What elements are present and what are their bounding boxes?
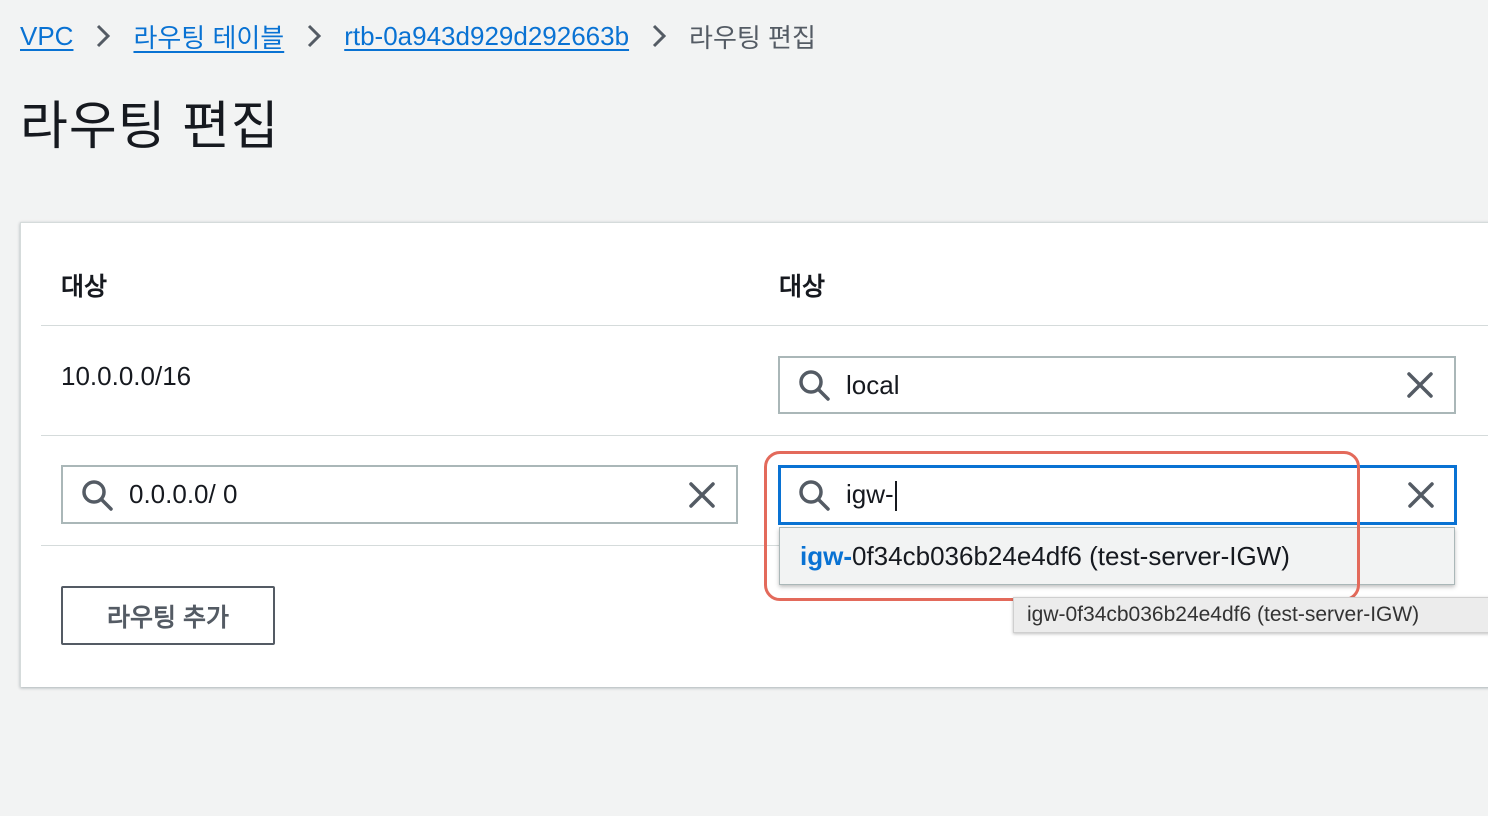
route-destination-1: 10.0.0.0/16 bbox=[61, 361, 192, 391]
row-divider bbox=[41, 545, 821, 546]
column-header-target: 대상 bbox=[779, 273, 826, 301]
breadcrumb-route-table-id[interactable]: rtb-0a943d929d292663b bbox=[344, 21, 629, 52]
search-icon bbox=[794, 475, 834, 515]
close-icon[interactable] bbox=[1401, 475, 1441, 515]
tooltip: igw-0f34cb036b24e4df6 (test-server-IGW) bbox=[1013, 597, 1488, 633]
page-title: 라우팅 편집 bbox=[20, 98, 280, 156]
suggestion-match-text: igw- bbox=[800, 540, 852, 571]
target-typed-text: igw- bbox=[846, 478, 894, 509]
search-icon bbox=[77, 475, 117, 515]
breadcrumb: VPC 라우팅 테이블 rtb-0a943d929d292663b 라우팅 편집 bbox=[20, 16, 816, 56]
breadcrumb-current: 라우팅 편집 bbox=[689, 22, 816, 53]
suggestion-option[interactable]: igw- 0f34cb036b24e4df6 (test-server-IGW) bbox=[780, 528, 1454, 584]
add-route-button[interactable]: 라우팅 추가 bbox=[61, 586, 275, 645]
chevron-right-icon bbox=[73, 23, 133, 49]
destination-value-2: 0.0.0.0/ 0 bbox=[129, 479, 238, 509]
close-icon[interactable] bbox=[1400, 365, 1440, 405]
text-caret bbox=[894, 481, 897, 512]
search-icon bbox=[794, 365, 834, 405]
target-input-2[interactable]: igw- bbox=[834, 478, 1401, 512]
destination-field-2[interactable]: 0.0.0.0/ 0 bbox=[61, 465, 738, 524]
target-value-1: local bbox=[846, 369, 900, 400]
chevron-right-icon bbox=[284, 23, 344, 49]
row-divider bbox=[41, 325, 1488, 326]
target-field-2[interactable]: igw- bbox=[778, 465, 1457, 525]
target-field-1[interactable]: local bbox=[778, 356, 1456, 414]
chevron-right-icon bbox=[629, 23, 689, 49]
row-divider bbox=[41, 435, 1488, 436]
breadcrumb-route-tables[interactable]: 라우팅 테이블 bbox=[133, 18, 284, 55]
target-suggestions-dropdown: igw- 0f34cb036b24e4df6 (test-server-IGW) bbox=[779, 527, 1455, 585]
column-header-destination: 대상 bbox=[61, 273, 108, 301]
suggestion-rest-text: 0f34cb036b24e4df6 (test-server-IGW) bbox=[852, 540, 1290, 571]
close-icon[interactable] bbox=[682, 475, 722, 515]
breadcrumb-vpc[interactable]: VPC bbox=[20, 21, 73, 52]
